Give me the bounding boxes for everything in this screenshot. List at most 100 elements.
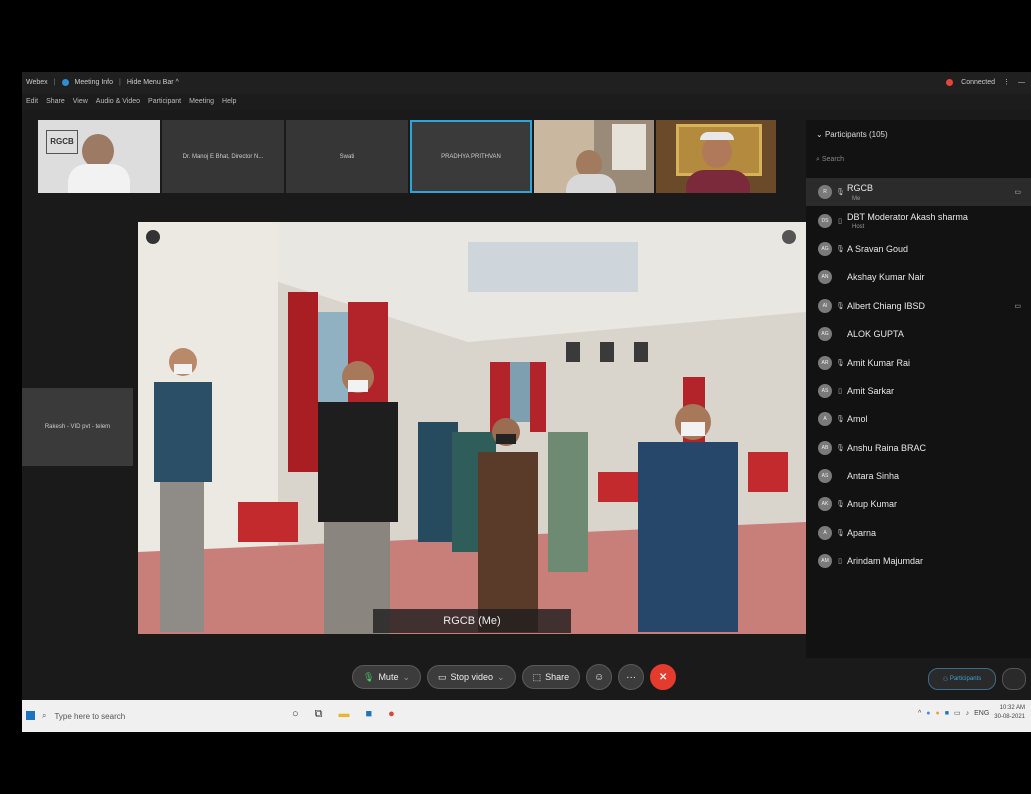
system-tray: ^ ● ● ■ ▭ ♪ ENG 10:32 AM 30-08-2021 — [918, 704, 1025, 722]
search-icon: ⌕ — [42, 711, 47, 720]
network-icon[interactable]: ▭ — [954, 709, 961, 717]
volume-icon[interactable]: ♪ — [966, 710, 970, 717]
tray-icon[interactable]: ■ — [945, 710, 949, 717]
participant-row[interactable]: AG 🎙 A Sravan Goud — [806, 235, 1031, 263]
meeting-controls: 🎙 Mute ⌄ ▭ Stop video ⌄ ⬚ Share ☺ ··· ✕ — [352, 664, 677, 690]
video-tile[interactable]: Swati — [286, 120, 408, 193]
participants-toggle-button[interactable]: ⚇ Participants — [928, 668, 996, 690]
windows-start-icon[interactable] — [26, 711, 35, 720]
task-view-icon[interactable]: ⧉ — [315, 708, 323, 721]
microphone-icon: 🎙 — [836, 416, 845, 424]
video-tile[interactable]: Rakesh - VID pvt - telem — [22, 388, 133, 466]
language-indicator[interactable]: ENG — [974, 710, 989, 717]
video-tile[interactable]: RGCB — [38, 120, 160, 193]
video-filmstrip: RGCB Dr. Manoj E Bhat, Director N... Swa… — [38, 120, 778, 193]
participants-panel: ⌄ Participants (105) ⌕ Search R 🎙 RGCB M… — [806, 120, 1031, 658]
participant-row[interactable]: AR 🎙 Amit Kumar Rai — [806, 348, 1031, 376]
avatar: AS — [818, 383, 832, 398]
cortana-icon[interactable]: ○ — [292, 708, 299, 721]
menu-view[interactable]: View — [73, 98, 88, 105]
avatar: AG — [818, 327, 832, 342]
participant-name: Albert Chiang IBSD — [847, 300, 926, 311]
avatar: AS — [818, 469, 832, 484]
participant-name: Amit Kumar Rai — [847, 357, 911, 368]
tray-icon[interactable]: ● — [926, 710, 930, 717]
reactions-button[interactable]: ☺ — [586, 664, 613, 690]
device-icon: ▯ — [838, 558, 842, 566]
participant-row[interactable]: AM ▯ Arindam Majumdar — [806, 547, 1031, 575]
avatar: A — [818, 525, 832, 540]
video-camera-icon: ▭ — [438, 671, 447, 682]
menu-audio-video[interactable]: Audio & Video — [96, 98, 140, 105]
participant-name: ALOK GUPTA — [847, 329, 904, 340]
hide-menu-bar-link[interactable]: Hide Menu Bar ^ — [127, 79, 179, 86]
participants-header[interactable]: ⌄ Participants (105) — [816, 130, 888, 139]
participants-toggle-label: Participants — [949, 676, 982, 682]
participant-row[interactable]: A 🎙 Aparna — [806, 519, 1031, 547]
menu-share[interactable]: Share — [46, 98, 65, 105]
participant-row[interactable]: DS ▯ DBT Moderator Akash sharma Host — [806, 206, 1031, 234]
share-label: Share — [545, 672, 570, 682]
smiley-icon: ☺ — [594, 671, 605, 683]
avatar: AB — [818, 440, 832, 455]
chat-toggle-button[interactable] — [1002, 668, 1026, 690]
participant-name: Anshu Raina BRAC — [847, 442, 927, 453]
connected-status[interactable]: Connected — [961, 79, 995, 86]
menu-help[interactable]: Help — [222, 98, 236, 105]
menu-participant[interactable]: Participant — [148, 98, 181, 105]
clock-date: 30-08-2021 — [994, 714, 1025, 720]
video-tile-active[interactable]: PRADHYA PRITHVAN — [410, 120, 532, 193]
meeting-info-link[interactable]: Meeting Info — [75, 79, 114, 86]
stop-video-button[interactable]: ▭ Stop video ⌄ — [427, 665, 516, 689]
video-tile[interactable] — [656, 120, 776, 193]
tray-icon[interactable]: ● — [936, 710, 940, 717]
stage-right-icon[interactable] — [782, 230, 796, 244]
avatar: AM — [818, 554, 832, 569]
microphone-icon: 🎙 — [836, 302, 845, 310]
participant-row[interactable]: AK 🎙 Anup Kumar — [806, 490, 1031, 518]
more-options-button[interactable]: ··· — [618, 664, 645, 690]
chevron-down-icon[interactable]: ⌄ — [402, 672, 410, 683]
windows-taskbar: ⌕ Type here to search ○ ⧉ ▬ ■ ● ^ ● ● ■ … — [22, 700, 1031, 732]
stage-left-icon[interactable] — [146, 230, 160, 244]
clock[interactable]: 10:32 AM 30-08-2021 — [994, 704, 1025, 722]
participant-row[interactable]: R 🎙 RGCB Me ▭ — [806, 178, 1031, 207]
webex-window: Webex | Meeting Info | Hide Menu Bar ^ C… — [22, 72, 1031, 732]
leave-meeting-button[interactable]: ✕ — [650, 664, 677, 690]
meeting-info-icon[interactable] — [61, 79, 69, 86]
video-tile[interactable] — [534, 120, 654, 193]
share-button[interactable]: ⬚ Share — [521, 665, 581, 689]
webex-icon[interactable]: ■ — [366, 708, 373, 721]
participant-row[interactable]: AS Antara Sinha — [806, 462, 1031, 490]
participant-row[interactable]: A 🎙 Amol — [806, 405, 1031, 433]
menu-edit[interactable]: Edit — [26, 98, 38, 105]
taskbar-search-placeholder: Type here to search — [54, 711, 126, 721]
mute-button[interactable]: 🎙 Mute ⌄ — [352, 665, 421, 689]
chevron-up-icon[interactable]: ^ — [918, 710, 921, 717]
participant-row[interactable]: AB 🎙 Anshu Raina BRAC — [806, 434, 1031, 462]
avatar: AG — [818, 241, 832, 256]
participant-row[interactable]: AG ALOK GUPTA — [806, 320, 1031, 348]
chevron-down-icon[interactable]: ⌄ — [497, 672, 505, 683]
participants-search[interactable]: ⌕ Search — [816, 156, 1016, 172]
participant-row[interactable]: AN Akshay Kumar Nair — [806, 263, 1031, 291]
stop-video-label: Stop video — [450, 672, 494, 682]
minimize-icon[interactable]: — — [1018, 79, 1025, 86]
close-icon: ✕ — [658, 671, 668, 683]
avatar: AK — [818, 497, 832, 512]
participant-row[interactable]: AI 🎙 Albert Chiang IBSD ▭ — [806, 292, 1031, 320]
file-explorer-icon[interactable]: ▬ — [339, 708, 350, 721]
main-video-stage[interactable] — [138, 222, 806, 634]
taskbar-search[interactable]: ⌕ Type here to search — [42, 700, 282, 732]
participant-role: Host — [852, 224, 865, 231]
chrome-icon[interactable]: ● — [388, 708, 395, 721]
participant-name: Amol — [847, 414, 868, 425]
app-name: Webex — [26, 79, 48, 86]
menu-meeting[interactable]: Meeting — [189, 98, 214, 105]
video-tile[interactable]: Dr. Manoj E Bhat, Director N... — [162, 120, 284, 193]
participant-name: RGCB — [847, 183, 874, 194]
more-icon[interactable]: ⋮ — [1003, 78, 1010, 86]
participant-row[interactable]: AS ▯ Amit Sarkar — [806, 377, 1031, 405]
chevron-down-icon[interactable]: ⌄ — [816, 130, 823, 139]
participant-name: Anup Kumar — [847, 499, 898, 510]
